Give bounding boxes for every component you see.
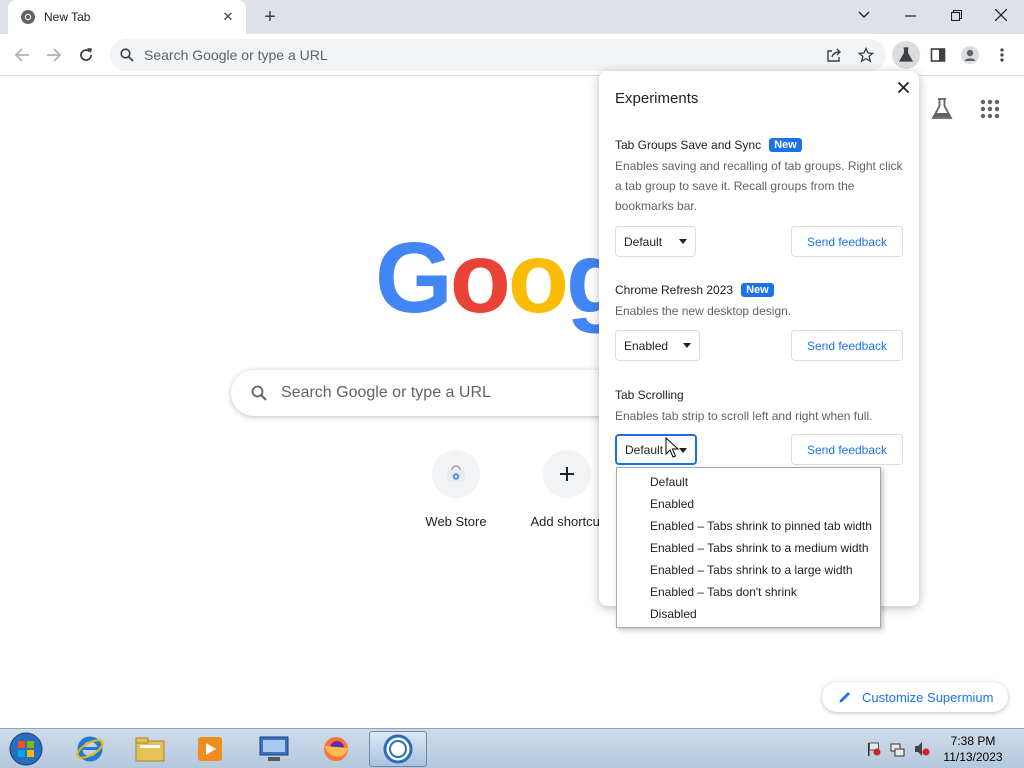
chrome-favicon-icon — [21, 10, 35, 24]
browser-tab[interactable]: New Tab ✕ — [8, 0, 246, 34]
profile-avatar-icon[interactable] — [956, 41, 984, 69]
internet-explorer-icon[interactable] — [61, 731, 119, 767]
experiment-description: Enables saving and recalling of tab grou… — [615, 159, 903, 213]
mouse-cursor-icon — [665, 437, 679, 458]
chrome-icon[interactable] — [369, 731, 427, 767]
dropdown-option[interactable]: Enabled – Tabs shrink to a large width — [617, 559, 880, 581]
clock-time: 7:38 PM — [950, 734, 996, 748]
file-explorer-icon[interactable] — [121, 731, 179, 767]
menu-dots-icon[interactable] — [988, 41, 1016, 69]
new-badge: New — [741, 283, 774, 297]
dropdown-option[interactable]: Disabled — [617, 603, 880, 625]
dropdown-option[interactable]: Enabled – Tabs don't shrink — [617, 581, 880, 603]
system-tray — [866, 729, 930, 768]
restore-icon[interactable] — [933, 0, 979, 30]
experiment-tab-groups-save-sync: Tab Groups Save and Sync New Enables sav… — [615, 138, 903, 257]
reload-icon[interactable] — [72, 41, 100, 69]
forward-arrow-icon[interactable] — [40, 41, 68, 69]
experiment-name: Chrome Refresh 2023 — [615, 283, 734, 297]
search-icon — [251, 385, 267, 401]
bookmark-star-icon[interactable] — [852, 39, 880, 71]
shortcut-label: Web Store — [425, 514, 487, 529]
tab-title: New Tab — [44, 10, 91, 24]
chevron-down-icon — [679, 448, 687, 453]
minimize-icon[interactable] — [887, 0, 933, 30]
close-icon[interactable] — [893, 77, 913, 97]
experiment-select[interactable]: Default — [615, 226, 696, 257]
experiments-flask-icon[interactable] — [892, 41, 920, 69]
experiment-description: Enables the new desktop design. — [615, 304, 792, 318]
send-feedback-button[interactable]: Send feedback — [791, 434, 903, 465]
experiment-name-row: Tab Scrolling — [615, 388, 903, 402]
pencil-icon — [839, 692, 850, 703]
action-center-flag-icon[interactable] — [866, 741, 882, 757]
network-icon[interactable] — [890, 741, 906, 757]
tab-close-icon[interactable]: ✕ — [220, 9, 236, 25]
logo-letter: o — [449, 222, 511, 334]
windows-logo-icon — [9, 732, 43, 766]
chevron-down-icon — [679, 239, 687, 244]
customize-label: Customize Supermium — [862, 689, 994, 705]
plus-icon — [543, 450, 591, 498]
taskbar-clock[interactable]: 7:38 PM 11/13/2023 — [930, 733, 1016, 765]
media-player-icon[interactable] — [181, 731, 239, 767]
side-panel-icon[interactable] — [924, 41, 952, 69]
select-dropdown-list: Default Enabled Enabled – Tabs shrink to… — [616, 467, 881, 628]
send-feedback-button[interactable]: Send feedback — [791, 330, 903, 361]
browser-toolbar: Search Google or type a URL — [0, 34, 1024, 76]
remote-desktop-icon[interactable] — [245, 731, 303, 767]
window-close-icon[interactable] — [978, 0, 1024, 30]
firefox-icon[interactable] — [307, 731, 365, 767]
logo-letter: o — [507, 222, 569, 334]
select-value: Default — [625, 442, 664, 457]
experiment-tab-scrolling: Tab Scrolling Enables tab strip to scrol… — [615, 388, 903, 465]
omnibox-placeholder: Search Google or type a URL — [144, 47, 328, 63]
start-button[interactable] — [6, 731, 46, 767]
experiment-name-row: Chrome Refresh 2023 New — [615, 283, 903, 297]
logo-letter: G — [375, 222, 453, 334]
chevron-down-icon — [683, 343, 691, 348]
new-tab-button[interactable]: + — [258, 5, 282, 29]
google-apps-grid-icon[interactable] — [980, 99, 1000, 119]
experiment-name: Tab Scrolling — [615, 388, 684, 402]
back-arrow-icon[interactable] — [8, 41, 36, 69]
send-feedback-button[interactable]: Send feedback — [791, 226, 903, 257]
web-store-icon — [432, 450, 480, 498]
ntp-search-placeholder: Search Google or type a URL — [281, 384, 491, 401]
omnibox[interactable]: Search Google or type a URL — [110, 39, 886, 71]
experiment-name-row: Tab Groups Save and Sync New — [615, 138, 903, 152]
tab-strip: New Tab ✕ + — [0, 0, 1024, 34]
share-icon[interactable] — [820, 39, 848, 71]
experiment-select[interactable]: Enabled — [615, 330, 700, 361]
experiment-chrome-refresh-2023: Chrome Refresh 2023 New Enables the new … — [615, 283, 903, 361]
new-badge: New — [769, 138, 802, 152]
clock-date: 11/13/2023 — [943, 750, 1003, 764]
dropdown-option[interactable]: Default — [617, 471, 880, 493]
dropdown-option[interactable]: Enabled – Tabs shrink to a medium width — [617, 537, 880, 559]
experiment-name: Tab Groups Save and Sync — [615, 138, 762, 152]
experiment-select[interactable]: Default — [615, 434, 697, 465]
customize-button[interactable]: Customize Supermium — [822, 682, 1008, 712]
ntp-labs-flask-icon[interactable] — [930, 97, 954, 121]
taskbar: 7:38 PM 11/13/2023 — [0, 728, 1024, 768]
volume-muted-icon[interactable] — [914, 741, 930, 757]
shortcut-web-store[interactable]: Web Store — [401, 450, 511, 529]
experiments-title: Experiments — [615, 90, 699, 107]
tab-search-icon[interactable] — [841, 0, 887, 30]
search-icon — [120, 48, 134, 62]
dropdown-option[interactable]: Enabled – Tabs shrink to pinned tab widt… — [617, 515, 880, 537]
experiment-description: Enables tab strip to scroll left and rig… — [615, 409, 873, 423]
dropdown-option[interactable]: Enabled — [617, 493, 880, 515]
select-value: Enabled — [624, 338, 669, 353]
select-value: Default — [624, 234, 663, 249]
